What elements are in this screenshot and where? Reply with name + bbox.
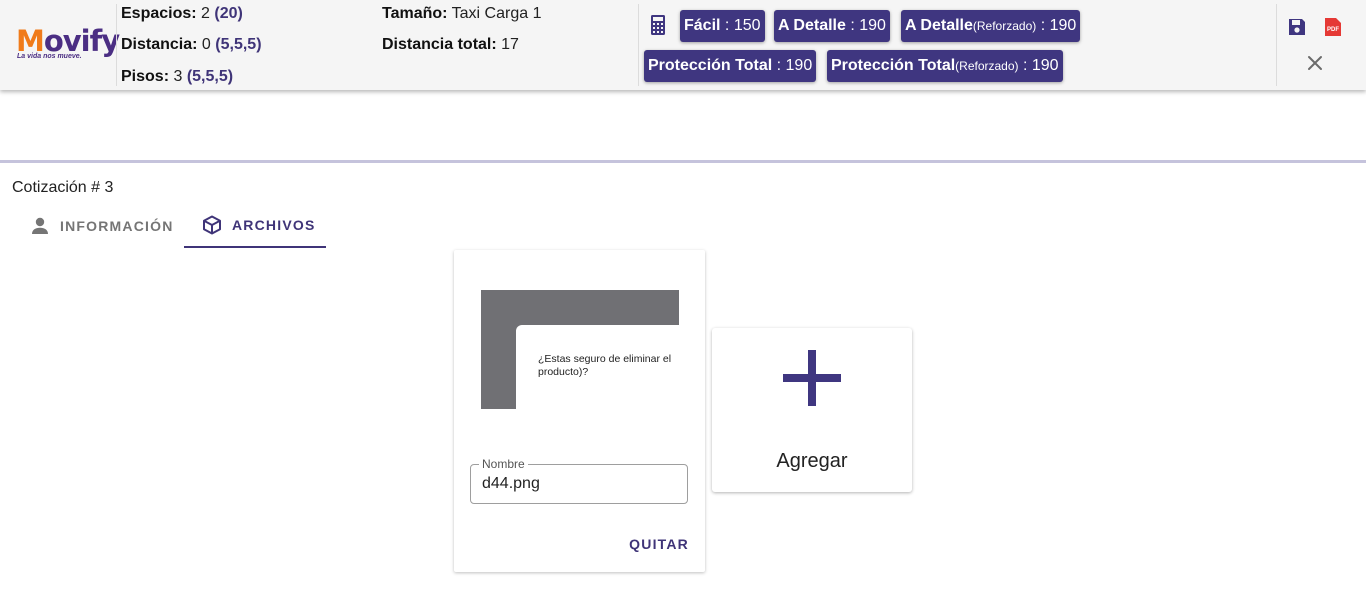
top-summary-bar: Movify La vida nos mueve. Espacios: 2 (2… <box>0 0 1366 90</box>
file-card: ¿Estas seguro de eliminar el producto)? … <box>454 250 705 572</box>
tamano-info: Tamaño: Taxi Carga 1 <box>382 5 542 22</box>
price-chip-proteccion-reforzado[interactable]: Protección Total(Reforzado) : 190 <box>827 50 1063 82</box>
file-name-label: Nombre <box>479 458 528 471</box>
person-icon <box>32 217 48 234</box>
divider <box>116 4 117 86</box>
file-thumbnail[interactable]: ¿Estas seguro de eliminar el producto)? <box>481 290 679 409</box>
price-chip-detalle-reforzado[interactable]: A Detalle(Reforzado) : 190 <box>901 10 1081 42</box>
logo-tagline: La vida nos mueve. <box>17 53 82 60</box>
add-file-card[interactable]: Agregar <box>712 328 912 492</box>
close-icon[interactable] <box>1306 54 1324 72</box>
distancia-info: Distancia: 0 (5,5,5) <box>121 36 262 53</box>
price-chip-detalle[interactable]: A Detalle : 190 <box>774 10 890 42</box>
file-name-field[interactable]: Nombre <box>470 458 688 504</box>
add-label: Agregar <box>776 450 848 472</box>
divider <box>638 4 639 86</box>
pisos-info: Pisos: 3 (5,5,5) <box>121 68 234 85</box>
tab-archivos[interactable]: ARCHIVOS <box>184 204 326 248</box>
remove-file-button[interactable]: QUITAR <box>629 536 689 552</box>
section-divider <box>0 160 1366 163</box>
plus-icon <box>783 350 841 406</box>
tab-informacion[interactable]: INFORMACIÓN <box>30 204 174 248</box>
distancia-total-info: Distancia total: 17 <box>382 36 519 53</box>
divider <box>1276 4 1277 86</box>
package-icon <box>203 215 221 235</box>
file-name-input[interactable] <box>482 475 677 493</box>
quote-title: Cotización # 3 <box>12 179 114 196</box>
calculator-icon[interactable] <box>650 14 666 36</box>
movify-logo: Movify La vida nos mueve. <box>16 26 120 64</box>
tab-label: INFORMACIÓN <box>60 218 174 234</box>
save-icon[interactable] <box>1287 17 1307 37</box>
pdf-icon-label: PDF <box>1327 27 1339 33</box>
thumbnail-text: ¿Estas seguro de eliminar el producto)? <box>538 353 672 378</box>
price-chip-facil[interactable]: Fácil : 150 <box>680 10 765 42</box>
price-chip-proteccion[interactable]: Protección Total : 190 <box>644 50 817 82</box>
espacios-info: Espacios: 2 (20) <box>121 5 243 22</box>
logo-wordmark: Movify <box>16 24 120 58</box>
tab-label: ARCHIVOS <box>232 217 316 233</box>
thumbnail-dialog: ¿Estas seguro de eliminar el producto)? <box>516 325 679 409</box>
pdf-icon[interactable]: PDF <box>1324 17 1342 37</box>
